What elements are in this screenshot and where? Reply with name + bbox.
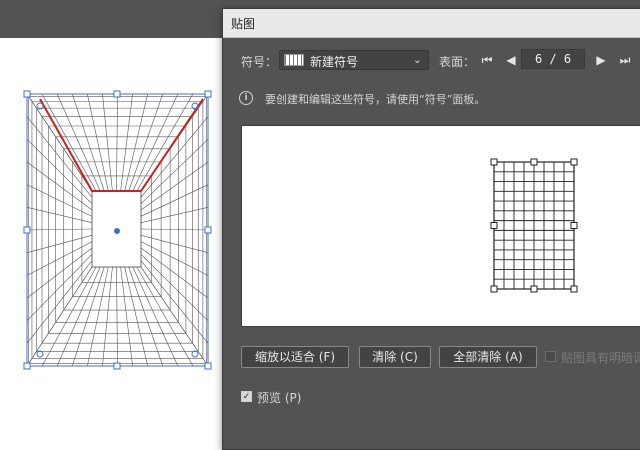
next-page-icon[interactable]: ▶ bbox=[593, 51, 609, 69]
wireframe-line bbox=[116, 266, 118, 367]
selection-handle[interactable] bbox=[113, 362, 121, 370]
perspective-box-artwork[interactable] bbox=[0, 0, 230, 444]
zoom-to-fit-button[interactable]: 缩放以适合 (F) bbox=[241, 346, 349, 368]
info-icon: i bbox=[239, 91, 253, 105]
grid-handle[interactable] bbox=[570, 285, 578, 293]
grid-handle[interactable] bbox=[490, 285, 498, 293]
wireframe-line bbox=[136, 93, 194, 192]
selection-handle[interactable] bbox=[204, 362, 212, 370]
surface-label: 表面： bbox=[439, 55, 476, 69]
wireframe-line bbox=[87, 93, 109, 192]
center-point-icon bbox=[114, 228, 120, 234]
grid-handle[interactable] bbox=[570, 222, 578, 229]
shaded-artwork-label: 贴图具有明暗调 bbox=[561, 351, 640, 365]
surface-grid-preview bbox=[490, 158, 578, 293]
grid-handle[interactable] bbox=[530, 285, 538, 293]
last-page-icon[interactable]: ⏭ bbox=[617, 51, 633, 69]
selection-handle[interactable] bbox=[113, 90, 121, 98]
wireframe-line bbox=[128, 93, 164, 192]
checkmark-icon: ✓ bbox=[242, 392, 251, 402]
corner-anchor-icon[interactable] bbox=[36, 350, 44, 358]
prev-page-icon[interactable]: ◀ bbox=[503, 51, 519, 69]
corner-anchor-icon[interactable] bbox=[191, 350, 199, 358]
selection-handle[interactable] bbox=[23, 362, 31, 370]
symbol-label: 符号： bbox=[241, 55, 278, 69]
dialog-titlebar[interactable]: 贴图 bbox=[223, 9, 640, 38]
wireframe-line bbox=[120, 266, 133, 367]
grid-handle[interactable] bbox=[490, 222, 498, 229]
wireframe-line bbox=[136, 266, 194, 367]
info-message: 要创建和编辑这些符号，请使用“符号”面板。 bbox=[265, 93, 486, 106]
symbol-thumbnail bbox=[284, 54, 304, 66]
grid-handle[interactable] bbox=[570, 158, 578, 166]
wireframe-line bbox=[128, 266, 164, 367]
first-page-icon[interactable]: ⏮ bbox=[479, 51, 495, 69]
chevron-down-icon: ⌄ bbox=[412, 53, 422, 66]
grid-handle[interactable] bbox=[530, 158, 538, 166]
preview-label: 预览 (P) bbox=[257, 391, 302, 405]
preview-checkbox[interactable]: ✓ bbox=[241, 391, 252, 402]
selection-handle[interactable] bbox=[204, 226, 212, 234]
dialog-title: 贴图 bbox=[231, 17, 256, 31]
selection-handle[interactable] bbox=[23, 226, 31, 234]
map-art-dialog: 贴图 符号： 新建符号 ⌄ 表面： ⏮ ◀ 6 / 6 ▶ ⏭ i 要创建和编辑… bbox=[222, 8, 640, 450]
wireframe-line bbox=[132, 93, 179, 192]
surface-page-input[interactable]: 6 / 6 bbox=[521, 49, 585, 69]
wireframe-line bbox=[116, 93, 118, 192]
wireframe-line bbox=[124, 93, 148, 192]
selection-handle[interactable] bbox=[23, 90, 31, 98]
shaded-artwork-checkbox[interactable] bbox=[545, 351, 556, 362]
wireframe-line bbox=[102, 93, 113, 192]
clear-all-button[interactable]: 全部清除 (A) bbox=[439, 346, 537, 368]
clear-button[interactable]: 清除 (C) bbox=[359, 346, 431, 368]
wireframe-line bbox=[124, 266, 148, 367]
wireframe-line bbox=[102, 266, 113, 367]
grid-handle[interactable] bbox=[490, 158, 498, 166]
wireframe-line bbox=[120, 93, 133, 192]
wireframe-line bbox=[132, 266, 179, 367]
symbol-dropdown[interactable]: 新建符号 ⌄ bbox=[279, 50, 429, 70]
symbol-dropdown-value: 新建符号 bbox=[310, 55, 359, 69]
wireframe-line bbox=[87, 266, 109, 367]
selection-handle[interactable] bbox=[204, 90, 212, 98]
surface-preview-area[interactable] bbox=[241, 125, 640, 327]
